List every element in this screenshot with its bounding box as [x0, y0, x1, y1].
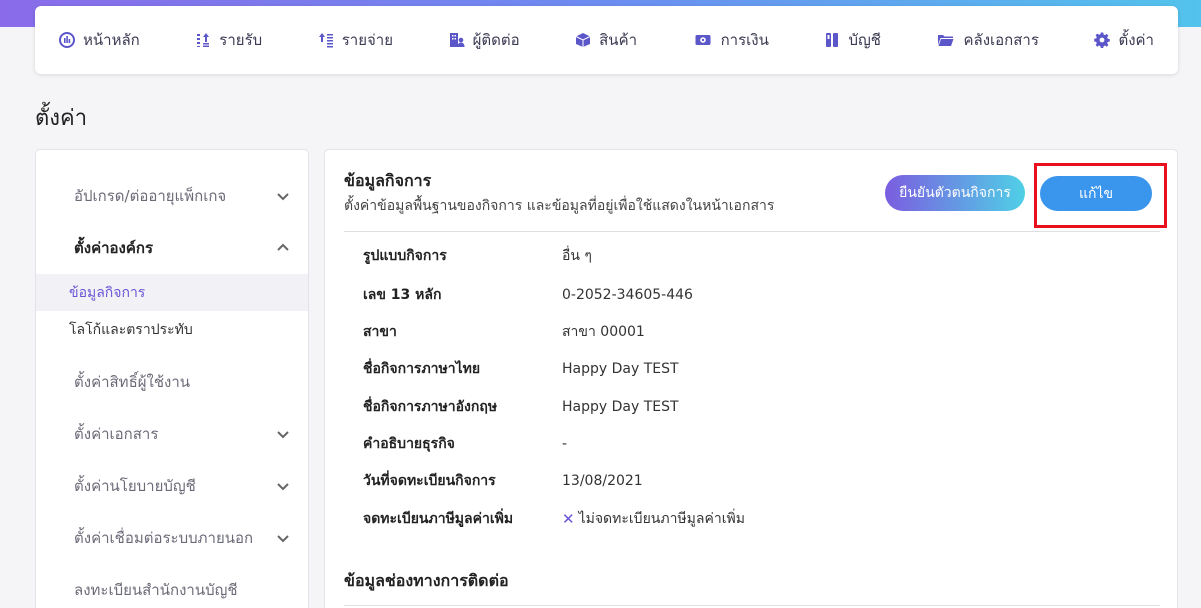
divider [344, 605, 1160, 606]
info-value: สาขา 00001 [562, 324, 645, 340]
info-row-tax-id: เลข 13 หลัก 0-2052-34605-446 [363, 284, 1123, 306]
divider [344, 231, 1160, 232]
nav-label: บัญชี [848, 31, 881, 49]
nav-label: รายรับ [219, 31, 263, 49]
info-label: รูปแบบกิจการ [363, 248, 447, 264]
info-row-registration-date: วันที่จดทะเบียนกิจการ 13/08/2021 [363, 470, 1123, 492]
nav-item-documents[interactable]: คลังเอกสาร [936, 28, 1039, 52]
nav-item-expense[interactable]: รายจ่าย [318, 28, 393, 52]
sidebar-group-user-permissions[interactable]: ตั้งค่าสิทธิ์ผู้ใช้งาน [36, 356, 308, 408]
edit-button[interactable]: แก้ไข [1040, 176, 1152, 211]
nav-label: หน้าหลัก [83, 31, 140, 49]
x-icon: ✕ [562, 510, 575, 528]
info-value: 13/08/2021 [562, 473, 643, 489]
income-icon [197, 33, 210, 47]
nav-label: ตั้งค่า [1118, 31, 1154, 49]
info-label: จดทะเบียนภาษีมูลค่าเพิ่ม [363, 511, 514, 527]
contacts-icon [449, 33, 465, 47]
business-info-card: ข้อมูลกิจการ ตั้งค่าข้อมูลพื้นฐานของกิจก… [324, 149, 1178, 608]
nav-item-finance[interactable]: การเงิน [693, 28, 769, 52]
info-label: ชื่อกิจการภาษาไทย [363, 361, 481, 377]
nav-item-home[interactable]: หน้าหลัก [59, 28, 140, 52]
chevron-down-icon [277, 431, 289, 439]
card-title: ข้อมูลกิจการ [344, 171, 432, 190]
contact-section-title: ข้อมูลช่องทางการติดต่อ [344, 571, 509, 590]
gear-icon [1094, 32, 1111, 48]
expense-icon [318, 33, 333, 48]
sidebar-group-label: ลงทะเบียนสำนักงานบัญชี [74, 581, 238, 599]
sidebar-group-accounting-office[interactable]: ลงทะเบียนสำนักงานบัญชี [36, 564, 308, 608]
info-label: คำอธิบายธุรกิจ [363, 436, 455, 452]
sidebar-group-organization[interactable]: ตั้งค่าองค์กร [36, 222, 308, 274]
info-row-vat: จดทะเบียนภาษีมูลค่าเพิ่ม ✕ ไม่จดทะเบียนภ… [363, 508, 1123, 530]
dashboard-icon [59, 32, 75, 48]
info-label: เลข 13 หลัก [363, 287, 442, 303]
card-subtitle: ตั้งค่าข้อมูลพื้นฐานของกิจการ และข้อมูลท… [344, 198, 775, 214]
info-row-name-thai: ชื่อกิจการภาษาไทย Happy Day TEST [363, 358, 1123, 380]
info-row-name-english: ชื่อกิจการภาษาอังกฤษ Happy Day TEST [363, 396, 1123, 418]
nav-label: การเงิน [720, 31, 769, 49]
info-value: ไม่จดทะเบียนภาษีมูลค่าเพิ่ม [578, 511, 745, 527]
sidebar-group-documents[interactable]: ตั้งค่าเอกสาร [36, 408, 308, 460]
info-label: สาขา [363, 324, 397, 340]
chevron-down-icon [277, 193, 289, 201]
sidebar-group-upgrade[interactable]: อัปเกรด/ต่ออายุแพ็กเกจ [36, 170, 308, 222]
info-value: อื่น ๆ [562, 248, 592, 264]
sidebar-group-integrations[interactable]: ตั้งค่าเชื่อมต่อระบบภายนอก [36, 512, 308, 564]
info-row-business-type: รูปแบบกิจการ อื่น ๆ [363, 245, 1123, 267]
nav-label: รายจ่าย [341, 31, 393, 49]
main-navbar: หน้าหลัก รายรับ รายจ่าย ผู้ติดต่อ สินค้า… [35, 6, 1178, 74]
nav-item-income[interactable]: รายรับ [195, 28, 262, 52]
sidebar-group-label: ตั้งค่าเอกสาร [74, 425, 159, 443]
info-row-branch: สาขา สาขา 00001 [363, 321, 1123, 343]
chevron-down-icon [277, 535, 289, 543]
sidebar-item-logo-stamp[interactable]: โลโก้และตราประทับ [36, 311, 308, 348]
sidebar-item-label: ข้อมูลกิจการ [69, 284, 146, 301]
sidebar-item-business-info[interactable]: ข้อมูลกิจการ [36, 274, 308, 311]
chevron-up-icon [277, 243, 289, 251]
settings-sidebar: อัปเกรด/ต่ออายุแพ็กเกจ ตั้งค่าองค์กร ข้อ… [35, 149, 309, 608]
sidebar-group-label: อัปเกรด/ต่ออายุแพ็กเกจ [74, 187, 227, 205]
sidebar-group-label: ตั้งค่าองค์กร [74, 239, 154, 257]
sidebar-group-label: ตั้งค่าเชื่อมต่อระบบภายนอก [74, 529, 254, 547]
info-label: วันที่จดทะเบียนกิจการ [363, 473, 496, 489]
nav-item-contacts[interactable]: ผู้ติดต่อ [449, 28, 520, 52]
ledger-icon [826, 33, 839, 47]
info-row-description: คำอธิบายธุรกิจ - [363, 433, 1123, 455]
sidebar-group-label: ตั้งค่าสิทธิ์ผู้ใช้งาน [74, 373, 191, 391]
folder-icon [938, 35, 954, 46]
sidebar-group-accounting-policy[interactable]: ตั้งค่านโยบายบัญชี [36, 460, 308, 512]
info-value-vat: ✕ ไม่จดทะเบียนภาษีมูลค่าเพิ่ม [562, 508, 745, 530]
sidebar-item-label: โลโก้และตราประทับ [69, 321, 193, 338]
info-value: 0-2052-34605-446 [562, 287, 693, 303]
chevron-down-icon [277, 483, 289, 491]
box-icon [575, 33, 591, 47]
page-title: ตั้งค่า [35, 106, 88, 131]
info-label: ชื่อกิจการภาษาอังกฤษ [363, 399, 498, 415]
verify-business-button[interactable]: ยืนยันตัวตนกิจการ [885, 175, 1025, 211]
nav-label: คลังเอกสาร [963, 31, 1039, 49]
nav-item-products[interactable]: สินค้า [575, 28, 637, 52]
info-value: - [562, 436, 568, 452]
nav-item-accounting[interactable]: บัญชี [824, 28, 881, 52]
money-icon [695, 35, 711, 45]
nav-item-settings[interactable]: ตั้งค่า [1094, 28, 1154, 52]
info-value: Happy Day TEST [562, 361, 679, 377]
nav-label: สินค้า [599, 31, 638, 49]
info-value: Happy Day TEST [562, 399, 679, 415]
nav-label: ผู้ติดต่อ [472, 31, 520, 49]
sidebar-group-label: ตั้งค่านโยบายบัญชี [74, 477, 196, 495]
